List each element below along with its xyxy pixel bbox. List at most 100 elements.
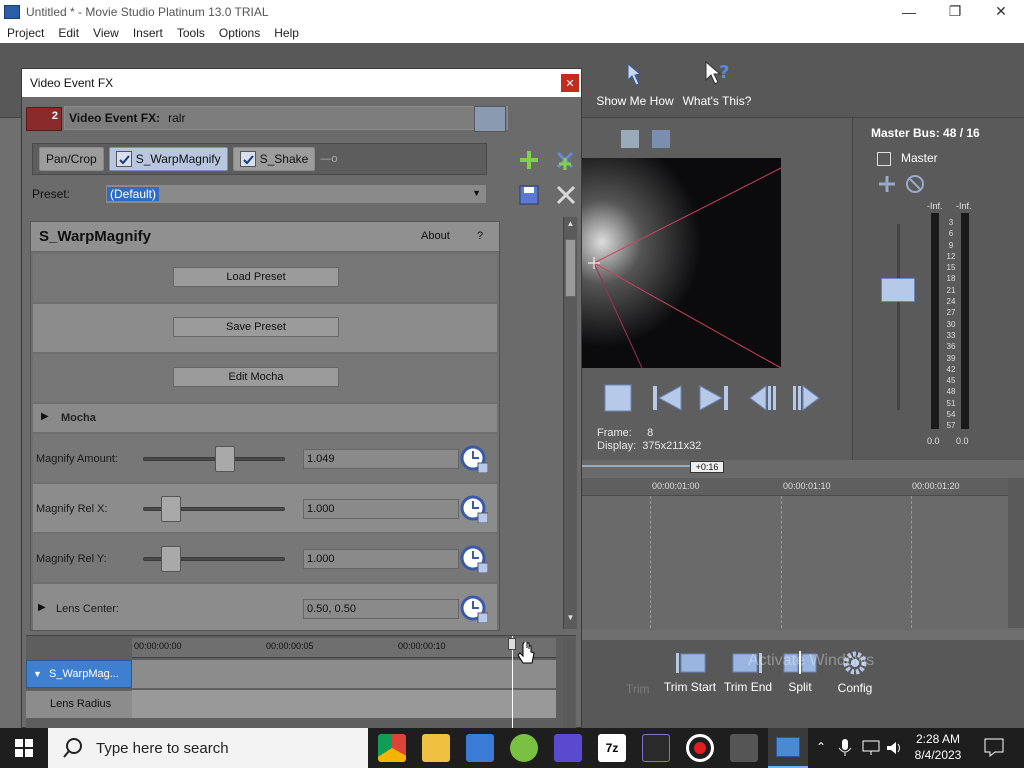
show-hidden-icons[interactable]: ⌃ — [816, 740, 826, 754]
magnify-rel-y-slider-thumb[interactable] — [161, 546, 182, 572]
minimize-button[interactable]: — — [886, 0, 932, 23]
movie-studio-taskbar-button[interactable] — [768, 728, 808, 768]
clock-date: 8/4/2023 — [914, 748, 962, 762]
magnify-rel-y-label: Magnify Rel Y: — [36, 553, 107, 565]
magnify-rel-y-field[interactable]: 1.000 — [303, 549, 459, 569]
microphone-icon[interactable] — [838, 739, 852, 757]
dialog-close-button[interactable]: ✕ — [561, 74, 579, 92]
plugin-pan-crop[interactable]: Pan/Crop — [39, 147, 104, 171]
timeline-loop-bar[interactable] — [582, 465, 690, 467]
go-to-start-icon[interactable] — [652, 383, 682, 413]
remove-plugin-icon[interactable] — [554, 149, 576, 171]
video-preview-frame — [582, 158, 781, 368]
scroll-thumb[interactable] — [565, 239, 576, 297]
save-preset-button[interactable]: Save Preset — [173, 317, 339, 337]
mocha-group-header[interactable]: ▶ Mocha — [33, 404, 497, 432]
kf-vertical-scrollbar[interactable] — [563, 638, 575, 728]
kf-track-warpmagnify-lane[interactable] — [132, 660, 556, 688]
menu-view[interactable]: View — [93, 26, 119, 40]
network-icon[interactable] — [862, 740, 880, 756]
preset-dropdown[interactable]: (Default) ▼ — [105, 184, 487, 204]
kf-cursor-handle[interactable] — [508, 638, 516, 650]
movie-maker-icon[interactable] — [730, 734, 758, 762]
preview-info: Frame: 8 Display: 375x211x32 — [597, 427, 701, 453]
record-icon[interactable] — [686, 734, 714, 762]
question-pointer-icon: ? — [705, 60, 729, 85]
ruler-mark-1: 00:00:01:00 — [652, 481, 700, 491]
close-button[interactable]: ✕ — [978, 0, 1024, 23]
kf-track-warpmagnify[interactable]: ▼ S_WarpMag... — [26, 660, 132, 688]
animate-keyframe-icon[interactable] — [460, 445, 488, 473]
menu-tools[interactable]: Tools — [177, 26, 205, 40]
taskbar-clock[interactable]: 2:28 AM 8/4/2023 — [910, 731, 966, 763]
menu-project[interactable]: Project — [7, 26, 44, 40]
window-title: Untitled * - Movie Studio Platinum 13.0 … — [26, 4, 269, 19]
magnify-rel-x-field[interactable]: 1.000 — [303, 499, 459, 519]
expand-arrow-icon[interactable]: ▶ — [38, 602, 46, 613]
timeline-offset: +0:16 — [690, 461, 724, 473]
stop-icon[interactable] — [603, 383, 633, 413]
menu-help[interactable]: Help — [274, 26, 299, 40]
fx-header-label: Video Event FX: — [69, 111, 161, 125]
next-frame-icon[interactable] — [793, 383, 823, 413]
frame-label: Frame: — [597, 427, 632, 439]
about-link[interactable]: About — [421, 230, 450, 242]
keyframe-ruler[interactable]: 00:00:00:00 00:00:00:05 00:00:00:10 — [132, 638, 556, 658]
delete-preset-icon[interactable] — [555, 184, 577, 206]
green-app-icon[interactable] — [510, 734, 538, 762]
panel-vertical-scrollbar[interactable]: ▲ ▼ — [563, 217, 577, 629]
plugin-s-warpmagnify-label: S_WarpMagnify — [135, 152, 221, 166]
insert-fx-icon[interactable] — [877, 174, 927, 194]
trim-start-button[interactable]: Trim Start — [662, 650, 718, 694]
master-fader-handle[interactable] — [881, 278, 915, 302]
animate-keyframe-icon[interactable] — [460, 595, 488, 623]
save-preset-icon[interactable] — [518, 184, 540, 206]
load-preset-button[interactable]: Load Preset — [173, 267, 339, 287]
edit-mocha-button[interactable]: Edit Mocha — [173, 367, 339, 387]
go-to-end-icon[interactable] — [699, 383, 729, 413]
menu-options[interactable]: Options — [219, 26, 260, 40]
whats-this-button[interactable]: ? What's This? — [682, 58, 752, 108]
taskbar-search-box[interactable]: Type here to search — [48, 728, 368, 768]
scroll-down-arrow-icon[interactable]: ▼ — [565, 613, 576, 625]
preview-toolbar-icons — [621, 130, 670, 148]
chrome-icon[interactable] — [378, 734, 406, 762]
help-link[interactable]: ? — [477, 230, 483, 242]
store-icon[interactable] — [466, 734, 494, 762]
magnify-amount-slider-thumb[interactable] — [215, 446, 236, 472]
maximize-button[interactable]: ❐ — [932, 0, 978, 23]
lens-center-field[interactable]: 0.50, 0.50 — [303, 599, 459, 619]
master-bus-toggle[interactable] — [877, 152, 891, 166]
kf-track-lens-radius[interactable]: Lens Radius — [26, 690, 132, 718]
plugin-s-warpmagnify[interactable]: S_WarpMagnify — [108, 147, 228, 171]
animate-keyframe-icon[interactable] — [460, 545, 488, 573]
photos-app-icon[interactable] — [554, 734, 582, 762]
animate-keyframe-icon[interactable] — [460, 495, 488, 523]
menu-insert[interactable]: Insert — [133, 26, 163, 40]
show-me-how-button[interactable]: Show Me How — [594, 58, 676, 108]
show-me-how-label: Show Me How — [596, 94, 674, 108]
file-explorer-icon[interactable] — [422, 734, 450, 762]
plugin-s-shake[interactable]: S_Shake — [232, 147, 316, 171]
timeline-vscroll[interactable] — [1008, 478, 1024, 628]
previous-frame-icon[interactable] — [746, 383, 776, 413]
timeline-ruler[interactable]: 00:00:01:00 00:00:01:10 00:00:01:20 — [578, 478, 1008, 496]
magnify-amount-field[interactable]: 1.049 — [303, 449, 459, 469]
menu-edit[interactable]: Edit — [58, 26, 79, 40]
checkmark-icon[interactable] — [115, 151, 132, 167]
app-a-icon[interactable] — [642, 734, 670, 762]
search-icon — [63, 738, 82, 758]
kf-cursor-line[interactable] — [512, 636, 513, 730]
start-button[interactable] — [0, 728, 48, 768]
scroll-up-arrow-icon[interactable]: ▲ — [565, 219, 576, 231]
video-event-fx-dialog: Video Event FX ✕ 2 Video Event FX: ralr … — [21, 68, 582, 730]
checkmark-icon[interactable] — [239, 151, 256, 167]
7zip-icon[interactable]: 7z — [598, 734, 626, 762]
notification-icon[interactable] — [984, 738, 1006, 758]
magnify-amount-slider[interactable] — [143, 457, 285, 461]
chain-view-toggle[interactable] — [474, 106, 506, 132]
magnify-rel-x-slider-thumb[interactable] — [161, 496, 182, 522]
kf-track-lens-radius-lane[interactable] — [132, 690, 556, 718]
volume-icon[interactable] — [886, 740, 904, 756]
add-plugin-icon[interactable] — [518, 149, 540, 171]
